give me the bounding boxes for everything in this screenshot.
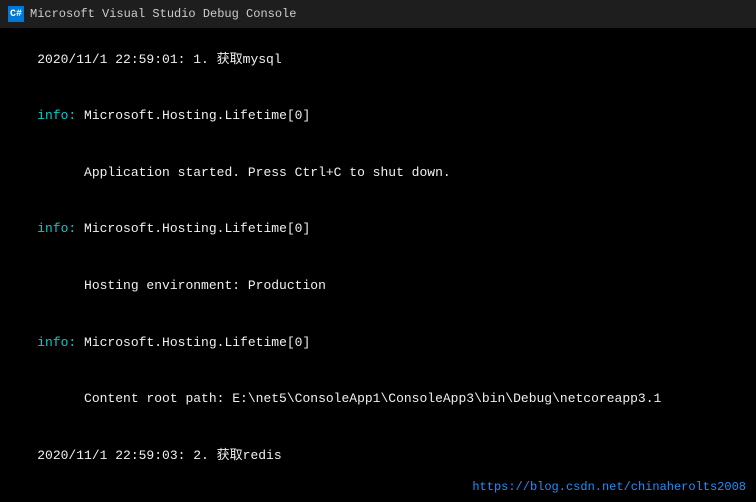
line-text: Microsoft.Hosting.Lifetime[0] — [84, 108, 310, 123]
line-text: Application started. Press Ctrl+C to shu… — [37, 165, 450, 180]
line-text: Microsoft.Hosting.Lifetime[0] — [84, 335, 310, 350]
line-text: Hosting environment: Production — [37, 278, 326, 293]
console-line: Content root path: E:\net5\ConsoleApp1\C… — [6, 371, 750, 428]
line-text: 2020/11/1 22:59:01: 1. 获取mysql — [37, 52, 281, 67]
console-line: 2020/11/1 22:59:03: 2. 获取redis — [6, 428, 750, 485]
console-body: 2020/11/1 22:59:01: 1. 获取mysql info: Mic… — [0, 28, 756, 502]
app-icon: C# — [8, 6, 24, 22]
console-line: info: Microsoft.Hosting.Lifetime[0] — [6, 315, 750, 372]
title-text: Microsoft Visual Studio Debug Console — [30, 7, 296, 21]
info-prefix: info: — [37, 221, 84, 236]
info-prefix: info: — [37, 108, 84, 123]
console-line: info: Microsoft.Hosting.Lifetime[0] — [6, 202, 750, 259]
console-line: info: Microsoft.Hosting.Lifetime[0] — [6, 89, 750, 146]
line-text: 2020/11/1 22:59:03: 2. 获取redis — [37, 448, 281, 463]
console-line: Hosting environment: Production — [6, 258, 750, 315]
footer-url: https://blog.csdn.net/chinaherolts2008 — [472, 479, 746, 496]
console-line: 2020/11/1 22:59:01: 1. 获取mysql — [6, 32, 750, 89]
line-text: Content root path: E:\net5\ConsoleApp1\C… — [37, 391, 661, 406]
info-prefix: info: — [37, 335, 84, 350]
title-bar: C# Microsoft Visual Studio Debug Console — [0, 0, 756, 28]
console-line: Application started. Press Ctrl+C to shu… — [6, 145, 750, 202]
line-text: Microsoft.Hosting.Lifetime[0] — [84, 221, 310, 236]
